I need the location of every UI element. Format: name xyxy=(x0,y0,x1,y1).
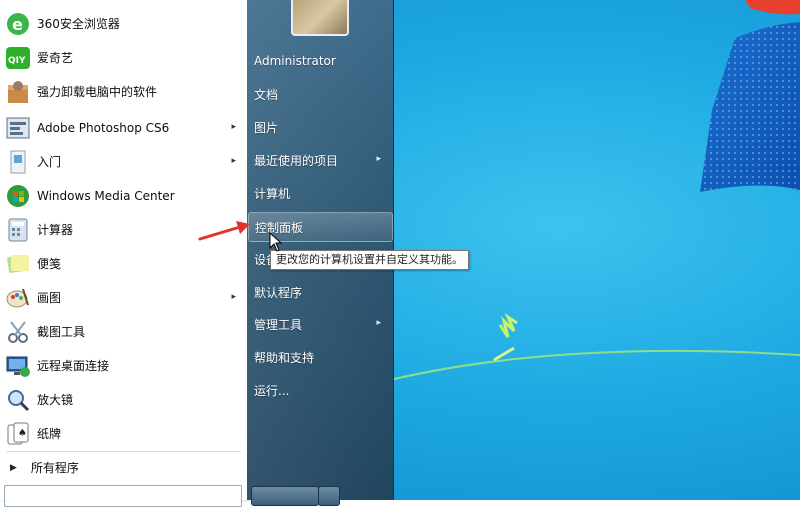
right-item-pictures[interactable]: 图片 xyxy=(248,113,391,141)
magnifier-icon xyxy=(5,387,31,413)
uninstaller-icon xyxy=(5,79,31,105)
program-item-iqiyi[interactable]: QIY 爱奇艺 xyxy=(2,42,245,73)
control-panel-tooltip: 更改您的计算机设置并自定义其功能。 xyxy=(270,250,469,270)
iqiyi-icon: QIY xyxy=(5,45,31,71)
program-item-media-center[interactable]: Windows Media Center xyxy=(2,180,245,211)
annotation-arrow-icon xyxy=(198,221,250,241)
program-item-magnifier[interactable]: 放大镜 xyxy=(2,384,245,415)
program-item-snipping-tool[interactable]: 截图工具 xyxy=(2,316,245,347)
svg-text:QIY: QIY xyxy=(8,56,26,66)
right-item-run[interactable]: 运行... xyxy=(248,376,391,404)
program-item-photoshop[interactable]: Adobe Photoshop CS6 ▸ xyxy=(2,112,245,143)
program-item-sticky-notes[interactable]: 便笺 xyxy=(2,248,245,279)
right-item-documents[interactable]: 文档 xyxy=(248,80,391,108)
submenu-arrow-icon: ▸ xyxy=(231,292,236,302)
browser-360-icon: e xyxy=(5,11,31,37)
right-item-computer[interactable]: 计算机 xyxy=(248,179,391,207)
right-item-administrator[interactable]: Administrator xyxy=(248,47,391,75)
programs-pane: e 360安全浏览器 QIY 爱奇艺 强力卸载电脑中的软件 Adobe Phot… xyxy=(0,0,248,507)
right-item-recent-items[interactable]: 最近使用的项目 ▸ xyxy=(248,146,391,174)
media-center-icon xyxy=(5,183,31,209)
submenu-arrow-icon: ▸ xyxy=(376,318,381,328)
submenu-arrow-icon: ▸ xyxy=(231,156,236,166)
program-item-360-browser[interactable]: e 360安全浏览器 xyxy=(2,8,245,39)
paint-icon xyxy=(5,285,31,311)
getting-started-icon xyxy=(5,149,31,175)
right-item-help-support[interactable]: 帮助和支持 xyxy=(248,343,391,371)
all-programs-arrow-icon: ▶ xyxy=(10,462,17,473)
user-picture[interactable] xyxy=(291,0,349,36)
program-item-uninstaller[interactable]: 强力卸载电脑中的软件 xyxy=(2,76,245,107)
right-item-admin-tools[interactable]: 管理工具 ▸ xyxy=(248,310,391,338)
shutdown-options-button[interactable] xyxy=(318,486,340,506)
all-programs-button[interactable]: ▶ 所有程序 xyxy=(2,452,245,483)
photoshop-icon xyxy=(5,115,31,141)
search-input[interactable] xyxy=(4,485,242,507)
program-item-paint[interactable]: 画图 ▸ xyxy=(2,282,245,313)
program-item-getting-started[interactable]: 入门 ▸ xyxy=(2,146,245,177)
submenu-arrow-icon: ▸ xyxy=(376,154,381,164)
snipping-tool-icon xyxy=(5,319,31,345)
shutdown-button[interactable] xyxy=(251,486,319,506)
svg-text:e: e xyxy=(12,15,23,34)
calculator-icon xyxy=(5,217,31,243)
mouse-cursor-icon xyxy=(269,232,283,252)
program-item-remote-desktop[interactable]: 远程桌面连接 xyxy=(2,350,245,381)
program-item-solitaire[interactable]: ♠ 纸牌 xyxy=(2,418,245,449)
sticky-notes-icon xyxy=(5,251,31,277)
submenu-arrow-icon: ▸ xyxy=(231,122,236,132)
remote-desktop-icon xyxy=(5,353,31,379)
solitaire-icon: ♠ xyxy=(5,421,31,447)
right-item-default-programs[interactable]: 默认程序 xyxy=(248,278,391,306)
svg-text:♠: ♠ xyxy=(18,428,27,439)
